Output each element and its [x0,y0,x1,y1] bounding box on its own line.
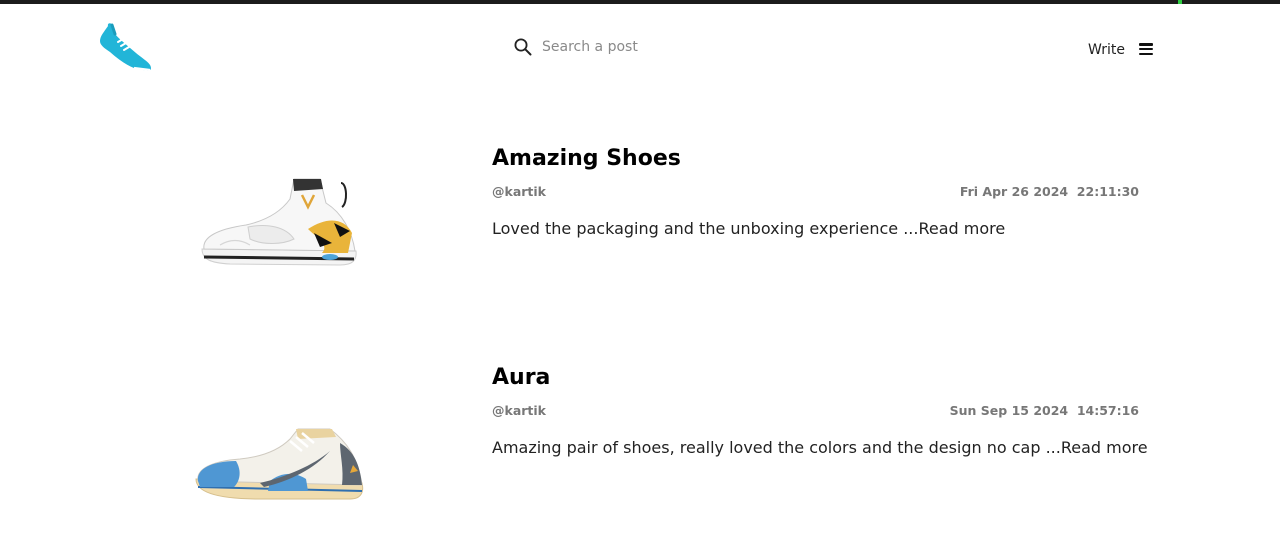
post-excerpt: Loved the packaging and the unboxing exp… [492,219,1005,238]
search-input[interactable] [542,39,742,55]
post-title[interactable]: Aura [492,365,550,390]
post-card[interactable]: Amazing Shoes @kartik Fri Apr 26 2024 22… [0,140,1280,330]
post-excerpt-text: Loved the packaging and the unboxing exp… [492,219,899,238]
post-card[interactable]: Aura @kartik Sun Sep 15 2024 14:57:16 Am… [0,359,1280,549]
post-date: Sun Sep 15 2024 14:57:16 [949,403,1139,418]
read-more-link[interactable]: ...Read more [1046,438,1148,457]
post-author[interactable]: @kartik [492,184,546,199]
post-image[interactable] [190,173,370,283]
hamburger-menu-icon[interactable] [1139,43,1153,55]
post-image[interactable] [190,399,370,509]
search-bar[interactable] [514,38,742,56]
read-more-link[interactable]: ...Read more [903,219,1005,238]
post-author[interactable]: @kartik [492,403,546,418]
post-title[interactable]: Amazing Shoes [492,146,681,171]
search-icon[interactable] [514,38,532,56]
post-excerpt: Amazing pair of shoes, really loved the … [492,438,1148,457]
running-shoe-icon[interactable] [98,22,154,74]
site-header: Write [0,4,1280,90]
post-excerpt-text: Amazing pair of shoes, really loved the … [492,438,1041,457]
post-date: Fri Apr 26 2024 22:11:30 [959,184,1139,199]
write-link[interactable]: Write [1088,42,1125,58]
